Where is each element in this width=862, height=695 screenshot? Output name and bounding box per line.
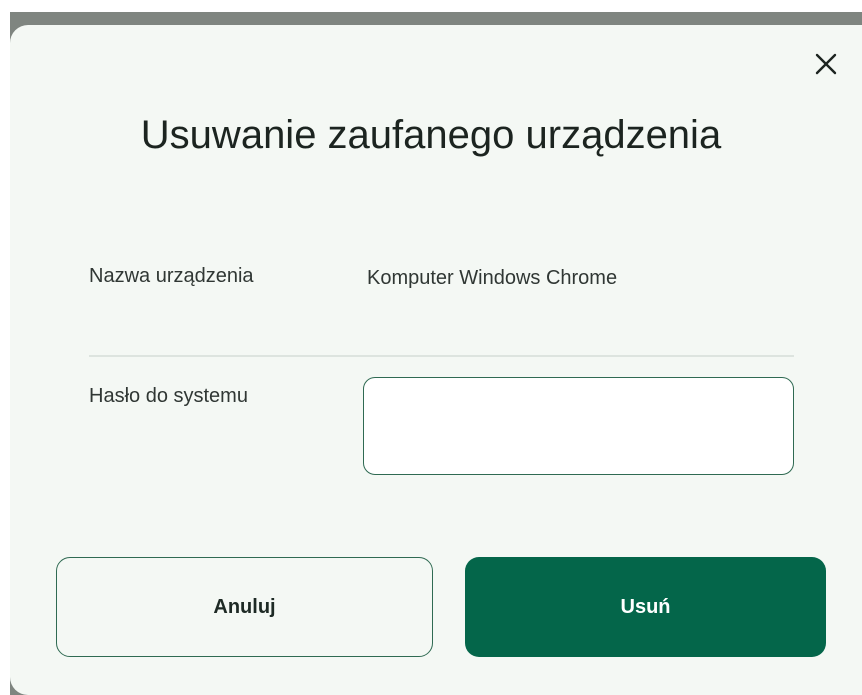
password-input[interactable]	[363, 377, 794, 475]
delete-button[interactable]: Usuń	[465, 557, 826, 657]
dialog-title: Usuwanie zaufanego urządzenia	[140, 113, 722, 157]
close-icon	[815, 53, 837, 75]
device-name-label: Nazwa urządzenia	[89, 265, 254, 287]
divider	[89, 355, 794, 357]
page-background-left	[0, 0, 10, 695]
device-name-value: Komputer Windows Chrome	[367, 267, 618, 289]
page-background-top	[0, 0, 862, 12]
cancel-button[interactable]: Anuluj	[56, 557, 433, 657]
close-button[interactable]	[811, 49, 841, 79]
password-label: Hasło do systemu	[89, 385, 248, 407]
